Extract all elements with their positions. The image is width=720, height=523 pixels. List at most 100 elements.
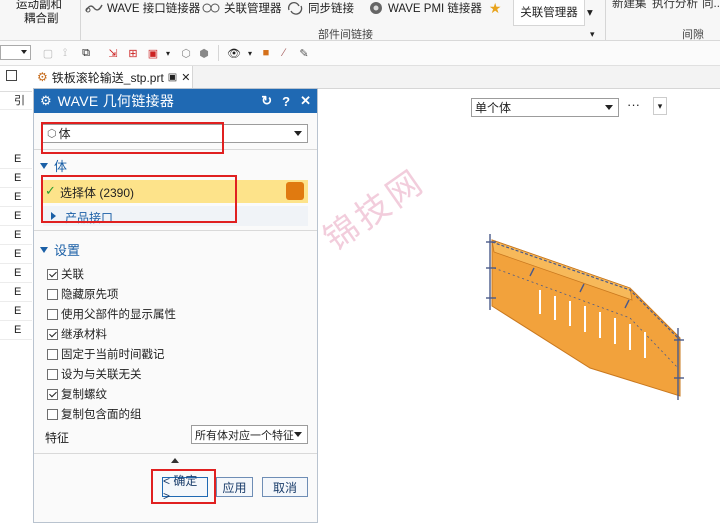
- divider: [34, 230, 317, 231]
- collapse-up-icon[interactable]: [171, 458, 179, 463]
- list-item[interactable]: E: [0, 188, 32, 207]
- checkbox[interactable]: [47, 328, 58, 340]
- toolbar-divider: [218, 45, 219, 61]
- sync-icon: [287, 2, 303, 15]
- checkbox[interactable]: [47, 408, 58, 420]
- body-icon[interactable]: ⬡: [178, 45, 194, 61]
- navigator-column-header: 引: [0, 91, 32, 110]
- add-component-icon[interactable]: ⊞: [125, 45, 141, 61]
- collapse-icon: [40, 246, 48, 253]
- association-manager-gallery-button[interactable]: 关联管理器: [513, 0, 585, 26]
- chevron-down-icon[interactable]: ▾: [160, 45, 176, 61]
- cancel-button[interactable]: 取消: [262, 477, 308, 497]
- coupling-pairs-label[interactable]: 耦合副: [24, 10, 59, 26]
- selection-filter-dropdown[interactable]: 单个体: [471, 98, 619, 117]
- gear-icon: ⚙: [40, 93, 52, 108]
- list-item[interactable]: E: [0, 226, 32, 245]
- list-item[interactable]: E: [0, 302, 32, 321]
- chevron-down-icon: [294, 131, 302, 136]
- document-tab-bar: ⚙ 铁板滚轮输送_stp.prt ▣ ✕: [33, 66, 720, 89]
- checkbox[interactable]: [47, 268, 58, 280]
- option-fix-timestamp[interactable]: 固定于当前时间戳记: [47, 346, 165, 362]
- list-item[interactable]: E: [0, 264, 32, 283]
- checkbox[interactable]: [47, 288, 58, 300]
- snap-icon[interactable]: ⟟: [57, 45, 73, 61]
- ribbon-more-chevron-icon[interactable]: ▾: [587, 4, 593, 20]
- chevron-down-icon[interactable]: ▾: [653, 97, 667, 115]
- list-item[interactable]: E: [0, 321, 32, 340]
- copy-icon[interactable]: ⧉: [78, 45, 94, 61]
- feature-dropdown[interactable]: 所有体对应一个特征: [191, 425, 308, 444]
- body-select-icon[interactable]: [286, 182, 304, 200]
- tab-document[interactable]: ⚙ 铁板滚轮输送_stp.prt ▣ ✕: [33, 66, 193, 88]
- option-inherit-material[interactable]: 继承材料: [47, 326, 107, 342]
- checkbox[interactable]: [47, 368, 58, 380]
- pattern-icon[interactable]: ▣: [145, 45, 161, 61]
- dialog-title: WAVE 几何链接器: [57, 93, 175, 109]
- watermark-text: 锦技网: [316, 161, 433, 260]
- chevron-down-icon: [605, 105, 613, 110]
- ribbon-divider: [605, 0, 606, 40]
- chevron-down-icon: [21, 50, 27, 54]
- option-copy-face-groups[interactable]: 复制包含面的组: [47, 406, 142, 422]
- ribbon-divider: [80, 0, 81, 40]
- more-options-button[interactable]: ···: [627, 97, 640, 112]
- apply-button[interactable]: 应用: [216, 477, 253, 497]
- chevron-down-icon[interactable]: ▾: [242, 45, 258, 61]
- filter-dropdown[interactable]: [0, 45, 31, 60]
- option-hide-original[interactable]: 隐藏原先项: [47, 286, 119, 302]
- color-icon[interactable]: ■: [258, 45, 274, 61]
- pmi-icon: [370, 2, 382, 14]
- list-item[interactable]: E: [0, 207, 32, 226]
- run-analysis-button[interactable]: 执行分析: [652, 0, 698, 11]
- pencil-icon[interactable]: ✎: [296, 45, 312, 61]
- option-associative[interactable]: 关联: [47, 266, 84, 282]
- ribbon-overflow-button[interactable]: 同...: [702, 0, 720, 11]
- favorite-star-icon[interactable]: ★: [489, 0, 502, 17]
- list-item[interactable]: E: [0, 169, 32, 188]
- part-navigator-strip: 引 E E E E E E E E E E: [0, 66, 34, 523]
- option-make-non-associative[interactable]: 设为与关联无关: [47, 366, 142, 382]
- brush-icon[interactable]: ∕: [276, 45, 292, 61]
- list-item[interactable]: E: [0, 245, 32, 264]
- option-use-parent-display[interactable]: 使用父部件的显示属性: [47, 306, 176, 322]
- body-section-header[interactable]: 体: [40, 156, 67, 175]
- annotation-box-ok: [151, 469, 216, 504]
- wave-interface-linker-button[interactable]: WAVE 接口链接器: [84, 0, 200, 16]
- sync-link-button[interactable]: 同步链接: [285, 0, 354, 16]
- wave-pmi-linker-button[interactable]: WAVE PMI 链接器 ★: [367, 0, 501, 16]
- clearance-group-label: 间隙: [682, 29, 704, 41]
- divider: [34, 453, 317, 454]
- ribbon-group-label: 部件间链接: [318, 29, 373, 41]
- option-copy-threads[interactable]: 复制螺纹: [47, 386, 107, 402]
- annotation-box-select-body: [41, 175, 237, 223]
- checkbox[interactable]: [47, 388, 58, 400]
- group-expand-chevron-icon[interactable]: ▾: [590, 26, 595, 42]
- part-file-icon: ⚙: [37, 70, 48, 84]
- dialog-title-bar[interactable]: ⚙ WAVE 几何链接器 ↻ ? ✕: [34, 89, 317, 113]
- settings-section-header[interactable]: 设置: [40, 240, 80, 259]
- view-eye-icon[interactable]: 👁: [226, 45, 242, 61]
- annotation-box-type: [41, 122, 224, 154]
- checkbox[interactable]: [47, 308, 58, 320]
- quick-toolbar: ▢ ⟟ ⧉ ⇲ ⊞ ▣ ▾ ⬡ ⬢ 👁 ▾ ■ ∕ ✎: [0, 41, 720, 66]
- wave-linker-icon: [85, 4, 103, 13]
- 3d-part-model[interactable]: [470, 228, 700, 408]
- list-item[interactable]: E: [0, 283, 32, 302]
- reset-icon[interactable]: ↻: [261, 93, 272, 109]
- association-manager-button[interactable]: 关联管理器: [201, 0, 282, 16]
- tab-pin-icon[interactable]: ▣: [168, 72, 177, 83]
- new-set-button[interactable]: 新建集: [612, 0, 647, 11]
- navigator-toggle-icon[interactable]: [6, 70, 17, 81]
- feature-label: 特征: [45, 431, 70, 445]
- collapse-icon: [40, 162, 48, 169]
- list-item[interactable]: E: [0, 150, 32, 169]
- chevron-down-icon: [294, 432, 302, 437]
- close-icon[interactable]: ✕: [181, 71, 190, 84]
- close-icon[interactable]: ✕: [300, 93, 311, 109]
- select-icon[interactable]: ▢: [40, 45, 56, 61]
- solid-icon[interactable]: ⬢: [196, 45, 212, 61]
- help-icon[interactable]: ?: [282, 94, 290, 109]
- checkbox[interactable]: [47, 348, 58, 360]
- transform-icon[interactable]: ⇲: [105, 45, 121, 61]
